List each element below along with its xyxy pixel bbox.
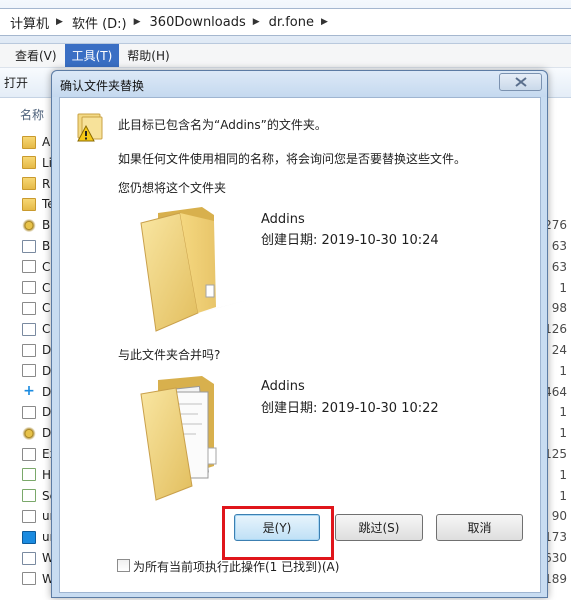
file-name: B <box>42 218 51 233</box>
merge-with-prompt: 与此文件夹合并吗? <box>118 348 221 362</box>
existing-folder-name: Addins <box>261 212 305 227</box>
column-header-name[interactable]: 名称 <box>20 106 44 123</box>
chevron-right-icon[interactable]: ▶ <box>253 17 260 27</box>
folder-icon <box>22 177 36 191</box>
apply-to-all-label[interactable]: 为所有当前项执行此操作(1 已找到)(A) <box>133 558 339 575</box>
app-icon <box>22 551 36 565</box>
folder-icon <box>22 156 36 170</box>
message-line-ask: 如果任何文件使用相同的名称，将会询问您是否要替换这些文件。 <box>118 152 467 166</box>
breadcrumb-label: 360Downloads <box>149 14 246 30</box>
file-name: D <box>42 384 52 399</box>
menu-view[interactable]: 查看(V) <box>8 44 64 67</box>
dll-icon <box>22 281 36 295</box>
dll-icon <box>22 364 36 378</box>
dll-icon <box>22 447 36 461</box>
chevron-right-icon[interactable]: ▶ <box>56 17 63 27</box>
plus-icon: + <box>22 383 36 400</box>
file-size: 63 <box>551 259 567 274</box>
breadcrumb-label: dr.fone <box>268 14 314 30</box>
file-size: 1 <box>559 488 567 503</box>
file-size: 1 <box>559 280 567 295</box>
app-icon <box>22 322 36 336</box>
file-size: 98 <box>551 301 567 316</box>
file-name: C <box>42 259 51 274</box>
chevron-right-icon[interactable]: ▶ <box>134 17 141 27</box>
breadcrumb-label: 软件 (D:) <box>71 16 127 32</box>
file-name: B <box>42 239 51 253</box>
warning-folder-icon <box>77 113 103 142</box>
cancel-button[interactable]: 取消 <box>436 514 523 541</box>
file-size: 1 <box>559 405 567 420</box>
dll-icon <box>22 260 36 274</box>
menu-tools[interactable]: 工具(T) <box>64 44 120 67</box>
address-box[interactable]: 计算机 ▶ 软件 (D:) ▶ 360Downloads ▶ dr.fone ▶ <box>0 8 571 36</box>
file-size: 1 <box>559 363 567 378</box>
menu-help[interactable]: 帮助(H) <box>120 44 176 67</box>
file-size: 24 <box>551 343 567 357</box>
file-size: 1 <box>559 426 567 441</box>
green-icon <box>22 489 36 503</box>
still-merge-prompt: 您仍想将这个文件夹 <box>118 181 227 195</box>
file-name: D <box>42 343 52 357</box>
skip-button[interactable]: 跳过(S) <box>335 514 423 541</box>
incoming-folder-name: Addins <box>261 379 305 394</box>
apply-to-all-checkbox[interactable] <box>117 559 130 572</box>
dll-icon <box>22 405 36 419</box>
gear-icon <box>22 426 36 440</box>
file-name: H <box>42 467 52 482</box>
existing-folder-created: 创建日期: 2019-10-30 10:24 <box>261 233 439 248</box>
file-size: 1 <box>559 467 567 482</box>
dll-icon <box>22 301 36 315</box>
file-name: C <box>42 322 51 337</box>
incoming-folder-icon <box>140 376 217 501</box>
file-name: A <box>42 135 51 149</box>
app-icon <box>22 239 36 253</box>
close-icon <box>514 77 527 87</box>
existing-folder-icon <box>140 207 248 332</box>
open-button[interactable]: 打开 <box>4 74 28 91</box>
file-name: D <box>42 363 52 378</box>
incoming-folder-created: 创建日期: 2019-10-30 10:22 <box>261 401 439 416</box>
close-button[interactable] <box>499 73 542 91</box>
dialog-title-bar[interactable]: 确认文件夹替换 <box>52 71 547 97</box>
breadcrumb-label: 计算机 <box>10 16 50 32</box>
file-name: C <box>42 280 51 295</box>
address-bar-area: 计算机 ▶ 软件 (D:) ▶ 360Downloads ▶ dr.fone ▶ <box>0 0 571 44</box>
folder-icon <box>22 135 36 149</box>
blue-plus-icon <box>22 530 36 544</box>
file-name: D <box>42 426 52 441</box>
breadcrumb-drive[interactable]: 软件 (D:) ▶ <box>72 13 150 32</box>
dll-icon <box>22 509 36 523</box>
green-icon <box>22 468 36 482</box>
dll-icon <box>22 343 36 357</box>
file-name: R <box>42 176 51 191</box>
file-size: 90 <box>551 509 567 524</box>
breadcrumb-computer[interactable]: 计算机 ▶ <box>10 13 72 32</box>
dll-icon <box>22 572 36 586</box>
chevron-right-icon[interactable]: ▶ <box>321 17 328 27</box>
folder-icon <box>22 197 36 211</box>
gear-icon <box>22 218 36 232</box>
breadcrumb-360downloads[interactable]: 360Downloads ▶ <box>150 15 269 30</box>
menu-bar: 查看(V) 工具(T) 帮助(H) <box>0 44 571 68</box>
message-line-exists: 此目标已包含名为“Addins”的文件夹。 <box>118 118 327 132</box>
file-name: C <box>42 301 51 316</box>
dialog-title: 确认文件夹替换 <box>60 79 145 93</box>
breadcrumb-drfone[interactable]: dr.fone ▶ <box>269 15 337 30</box>
highlight-annotation-box <box>222 506 334 560</box>
file-size: 63 <box>551 239 567 253</box>
file-name: D <box>42 405 52 420</box>
